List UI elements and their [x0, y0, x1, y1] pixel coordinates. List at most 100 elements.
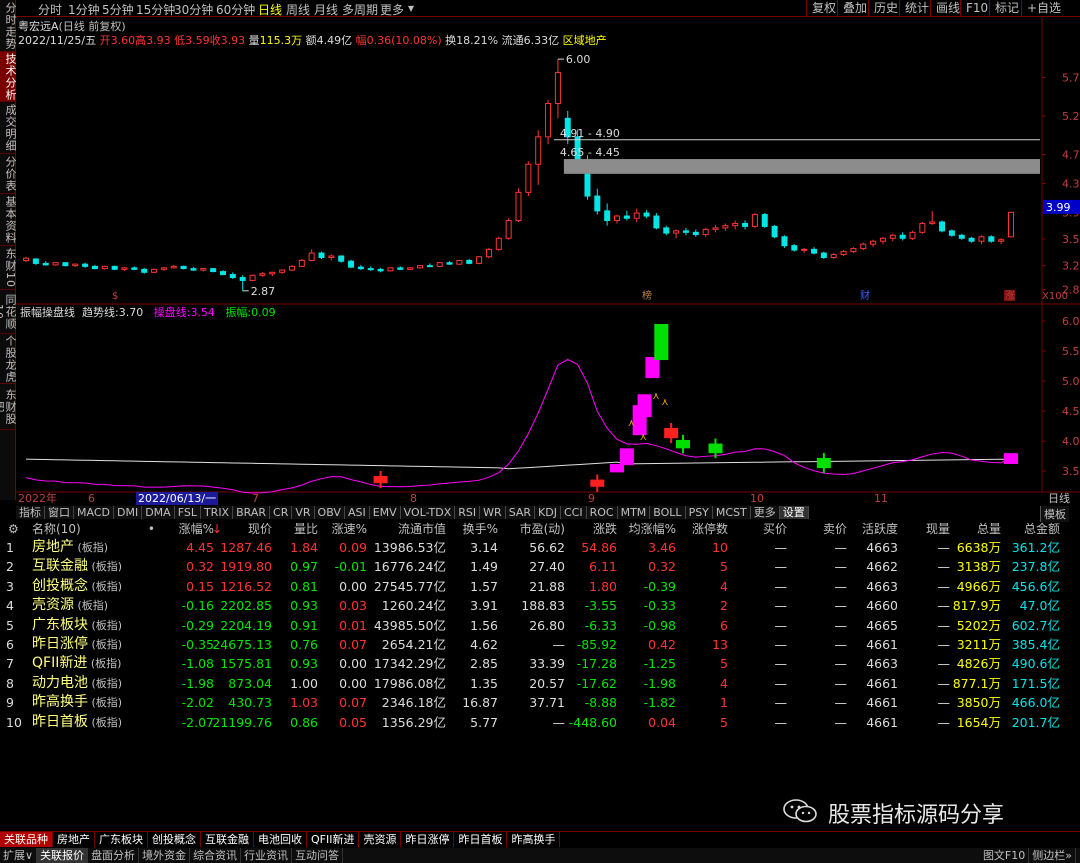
sector-name[interactable]: QFII新进 (板指) — [32, 654, 121, 673]
sector-name[interactable]: 昨日首板 (板指) — [32, 713, 122, 732]
column-header-name[interactable]: 名称(10) — [32, 521, 81, 538]
indicator-tab-25[interactable]: 设置 — [779, 506, 809, 519]
table-row[interactable]: 5 广东板块 (板指) -0.29 2204.19 0.91 0.01 43985.50亿 1… — [0, 616, 1080, 635]
column-header-ratio[interactable]: 量比 — [294, 521, 318, 538]
period-0[interactable]: 分时 — [38, 1, 62, 18]
column-header-amt[interactable]: 总金额 — [1024, 521, 1060, 538]
column-header-price[interactable]: 现价 — [248, 521, 272, 538]
indicator-tab-16[interactable]: SAR — [505, 506, 536, 519]
period-6[interactable]: 日线 — [258, 1, 282, 18]
indicator-tab-15[interactable]: WR — [480, 506, 506, 519]
sector-name[interactable]: 创投概念 (板指) — [32, 577, 122, 596]
indicator-tab-19[interactable]: ROC — [586, 506, 618, 519]
side-tab-7[interactable]: 个股龙虎 — [0, 334, 17, 384]
status-tab-0[interactable]: 扩展∨ — [0, 848, 38, 863]
side-tab-2[interactable]: 成交明细 — [0, 102, 17, 154]
indicator-tab-20[interactable]: MTM — [617, 506, 651, 519]
indicator-tab-23[interactable]: MCST — [712, 506, 751, 519]
more-arrow-icon[interactable]: ▾ — [408, 1, 414, 15]
period-8[interactable]: 月线 — [314, 1, 338, 18]
sector-name[interactable]: 互联金融 (板指) — [32, 557, 122, 576]
related-tab-8[interactable]: 昨日涨停 — [401, 832, 455, 847]
column-header-chg[interactable]: 涨幅% — [179, 521, 214, 538]
status-tab-3[interactable]: 境外资金 — [139, 848, 191, 863]
column-header-limit[interactable]: 涨停数 — [692, 521, 728, 538]
sector-name[interactable]: 房地产 (板指) — [32, 538, 108, 557]
kline-chart-area[interactable]: 5.755.234.714.323.933.573.212.893.994.91… — [16, 18, 1080, 496]
toolbar-button-0[interactable]: 复权 — [806, 0, 841, 16]
side-tab-6[interactable]: 同花顺10 — [0, 290, 17, 334]
table-row[interactable]: 8 动力电池 (板指) -1.98 873.04 1.00 0.00 17986.08亿 1.… — [0, 674, 1080, 693]
column-header-act[interactable]: 活跃度 — [862, 521, 898, 538]
period-7[interactable]: 周线 — [286, 1, 310, 18]
sector-name[interactable]: 昨高换手 (板指) — [32, 693, 122, 712]
table-row[interactable]: 2 互联金融 (板指) 0.32 1919.80 0.97 -0.01 16776.24亿 1… — [0, 557, 1080, 576]
related-tab-5[interactable]: 电池回收 — [254, 832, 307, 847]
indicator-tab-7[interactable]: BRAR — [233, 506, 271, 519]
indicator-tab-12[interactable]: EMV — [369, 506, 401, 519]
status-tab-2[interactable]: 盘面分析 — [88, 848, 140, 863]
status-right-0[interactable]: 图文F10 — [980, 848, 1030, 863]
toolbar-button-2[interactable]: 历史 — [868, 0, 903, 16]
indicator-tab-14[interactable]: RSI — [455, 506, 481, 519]
toolbar-button-1[interactable]: 叠加 — [837, 0, 872, 16]
table-row[interactable]: 10 昨日首板 (板指) -2.07 21199.76 0.86 0.05 1356.29亿… — [0, 713, 1080, 732]
status-tab-5[interactable]: 行业资讯 — [241, 848, 293, 863]
side-tab-3[interactable]: 分价表 — [0, 154, 17, 194]
period-5[interactable]: 60分钟 — [216, 1, 255, 18]
indicator-tab-13[interactable]: VOL-TDX — [400, 506, 456, 519]
related-tab-0[interactable]: 关联品种 — [0, 832, 53, 847]
indicator-tab-2[interactable]: MACD — [74, 506, 114, 519]
column-header-pe[interactable]: 市盈(动) — [520, 521, 565, 538]
column-header-cur[interactable]: 现量 — [926, 521, 950, 538]
column-header-ask[interactable]: 卖价 — [823, 521, 847, 538]
period-10[interactable]: 更多 — [380, 1, 404, 18]
column-header-speed[interactable]: 涨速% — [332, 521, 367, 538]
status-tab-6[interactable]: 互动问答 — [292, 848, 344, 863]
status-right-1[interactable]: 侧边栏» — [1029, 848, 1076, 863]
indicator-tab-5[interactable]: FSL — [174, 506, 201, 519]
indicator-tab-17[interactable]: KDJ — [535, 506, 561, 519]
indicator-tab-3[interactable]: DMI — [113, 506, 143, 519]
table-row[interactable]: 1 房地产 (板指) 4.45 1287.46 1.84 0.09 13986.53亿 3.1… — [0, 538, 1080, 557]
table-row[interactable]: 6 昨日涨停 (板指) -0.35 24675.13 0.76 0.07 2654.21亿 4… — [0, 635, 1080, 654]
related-tab-4[interactable]: 互联金融 — [201, 832, 254, 847]
indicator-tab-11[interactable]: ASI — [344, 506, 370, 519]
related-tab-2[interactable]: 广东板块 — [95, 832, 148, 847]
side-tab-8[interactable]: 东财股吧 — [0, 384, 17, 430]
template-button[interactable]: 模板 — [1040, 506, 1069, 522]
sector-name[interactable]: 动力电池 (板指) — [32, 674, 122, 693]
table-row[interactable]: 3 创投概念 (板指) 0.15 1216.52 0.81 0.00 27545.77亿 1.… — [0, 577, 1080, 596]
toolbar-button-6[interactable]: 标记 — [989, 0, 1024, 16]
related-tab-9[interactable]: 昨日首板 — [454, 832, 508, 847]
side-tab-1[interactable]: 技术分析 — [0, 52, 17, 102]
related-tab-6[interactable]: QFII新进 — [307, 832, 360, 847]
indicator-tab-8[interactable]: CR — [270, 506, 293, 519]
indicator-tab-4[interactable]: DMA — [142, 506, 175, 519]
sector-name[interactable]: 壳资源 (板指) — [32, 596, 108, 615]
side-tab-5[interactable]: 东财10 — [0, 246, 17, 290]
gear-icon[interactable]: ⚙ — [8, 521, 19, 538]
period-1[interactable]: 1分钟 — [68, 1, 100, 18]
indicator-tab-21[interactable]: BOLL — [650, 506, 686, 519]
indicator-tab-9[interactable]: VR — [292, 506, 315, 519]
side-tab-0[interactable]: 分时走势 — [0, 0, 17, 52]
indicator-tab-6[interactable]: TRIX — [200, 506, 234, 519]
period-9[interactable]: 多周期 — [342, 1, 378, 18]
side-tab-4[interactable]: 基本资料 — [0, 194, 17, 246]
column-header-diff[interactable]: 涨跌 — [593, 521, 617, 538]
indicator-tab-22[interactable]: PSY — [685, 506, 713, 519]
status-tab-1[interactable]: 关联报价 — [37, 848, 89, 863]
related-tab-3[interactable]: 创投概念 — [148, 832, 201, 847]
indicator-tab-10[interactable]: OBV — [314, 506, 345, 519]
indicator-tab-1[interactable]: 窗口 — [45, 506, 74, 519]
indicator-name[interactable]: 振幅操盘线 — [20, 306, 75, 319]
sector-name[interactable]: 昨日涨停 (板指) — [32, 635, 122, 654]
period-4[interactable]: 30分钟 — [174, 1, 213, 18]
sector-name[interactable]: 广东板块 (板指) — [32, 616, 122, 635]
column-header-mcap[interactable]: 流通市值 — [398, 521, 446, 538]
column-header-turn[interactable]: 换手% — [463, 521, 498, 538]
table-row[interactable]: 9 昨高换手 (板指) -2.02 430.73 1.03 0.07 2346.18亿 16.… — [0, 693, 1080, 712]
table-row[interactable]: 7 QFII新进 (板指) -1.08 1575.81 0.93 0.00 17342.29… — [0, 654, 1080, 673]
indicator-tab-24[interactable]: 更多 — [750, 506, 780, 519]
